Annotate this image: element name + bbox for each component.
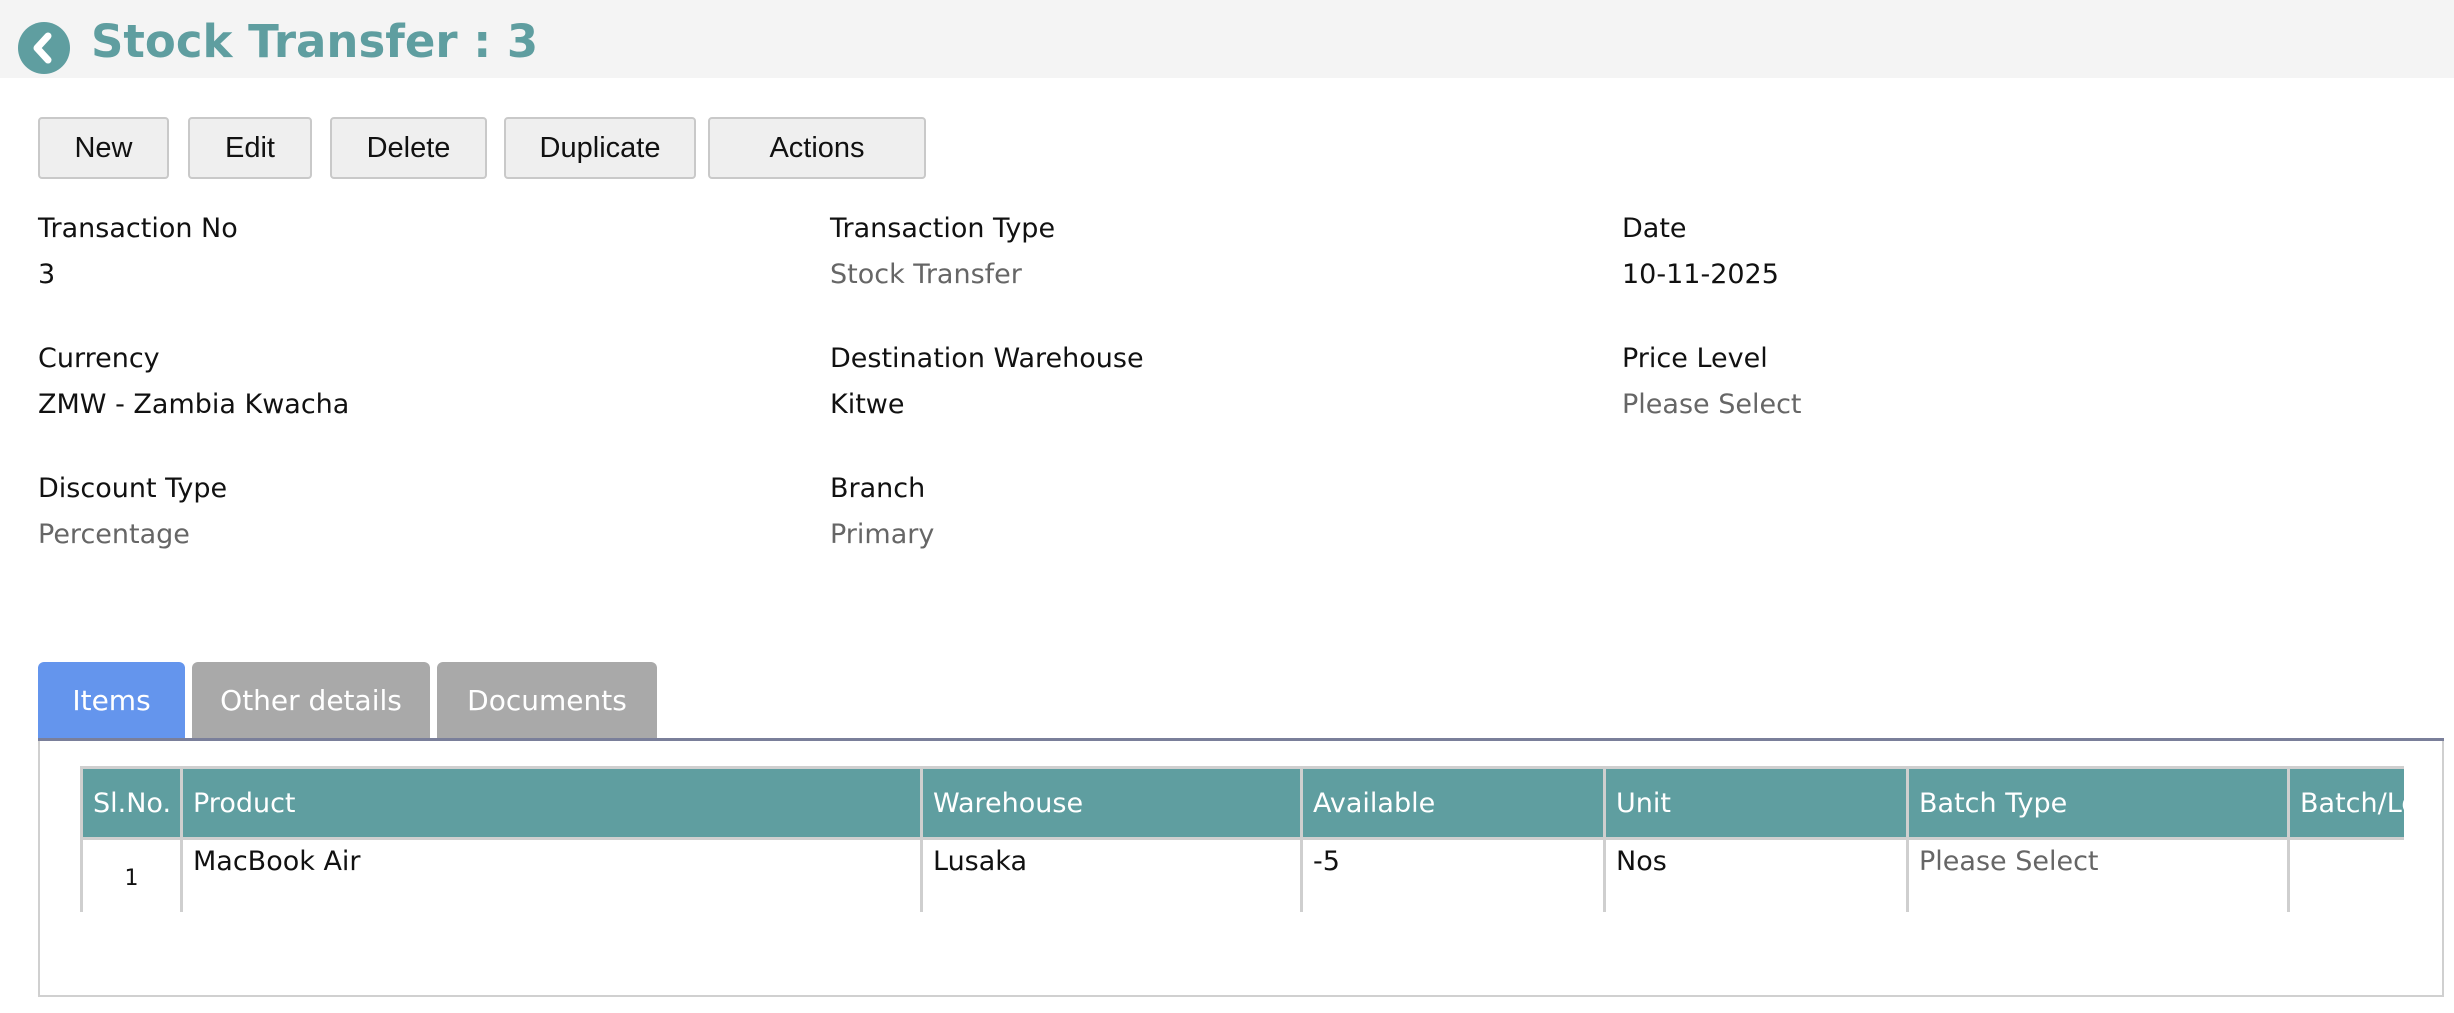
field-transaction-no: Transaction No 3 (38, 212, 238, 292)
field-transaction-type: Transaction Type Stock Transfer (830, 212, 1055, 292)
new-button[interactable]: New (38, 117, 169, 179)
field-label: Transaction No (38, 213, 238, 244)
actions-button[interactable]: Actions (708, 117, 926, 179)
edit-button[interactable]: Edit (188, 117, 312, 179)
transaction-type-value: Stock Transfer (830, 259, 1022, 290)
transaction-no-value: 3 (38, 259, 56, 290)
column-header-warehouse: Warehouse (920, 766, 1303, 840)
field-branch: Branch Primary (830, 472, 934, 552)
cell-available: -5 (1300, 837, 1606, 912)
items-grid: Sl.No. Product Warehouse Available Unit … (80, 766, 2404, 912)
tab-documents[interactable]: Documents (437, 662, 657, 738)
field-destination-warehouse: Destination Warehouse Kitwe (830, 342, 1144, 422)
price-level-value: Please Select (1622, 389, 1802, 420)
date-value: 10-11-2025 (1622, 259, 1779, 290)
cell-sl-no: 1 (80, 837, 183, 912)
destination-warehouse-value: Kitwe (830, 389, 905, 420)
chevron-left-icon (33, 32, 52, 64)
back-button[interactable] (18, 22, 70, 74)
column-header-product: Product (180, 766, 923, 840)
table-header-row: Sl.No. Product Warehouse Available Unit … (80, 766, 2404, 840)
duplicate-button[interactable]: Duplicate (504, 117, 696, 179)
field-label: Date (1622, 213, 1687, 244)
items-table: Sl.No. Product Warehouse Available Unit … (80, 766, 2404, 912)
cell-unit[interactable]: Nos (1603, 837, 1909, 912)
column-header-unit: Unit (1603, 766, 1909, 840)
discount-type-value: Percentage (38, 519, 190, 550)
page-header: Stock Transfer : 3 (0, 0, 2454, 78)
page-title: Stock Transfer : 3 (91, 15, 539, 68)
cell-warehouse[interactable]: Lusaka (920, 837, 1303, 912)
field-label: Branch (830, 473, 926, 504)
delete-button[interactable]: Delete (330, 117, 487, 179)
field-label: Transaction Type (830, 213, 1056, 244)
field-label: Currency (38, 343, 160, 374)
field-discount-type: Discount Type Percentage (38, 472, 227, 552)
field-currency: Currency ZMW - Zambia Kwacha (38, 342, 349, 422)
table-row[interactable]: 1 MacBook Air Lusaka -5 Nos Please Selec… (80, 837, 2404, 912)
field-price-level: Price Level Please Select (1622, 342, 1802, 422)
cell-batch-type[interactable]: Please Select (1906, 837, 2290, 912)
cell-batch-lot[interactable] (2287, 837, 2404, 912)
field-date: Date 10-11-2025 (1622, 212, 1779, 292)
branch-value: Primary (830, 519, 935, 550)
column-header-available: Available (1300, 766, 1606, 840)
field-label: Price Level (1622, 343, 1768, 374)
column-header-batch-type: Batch Type (1906, 766, 2290, 840)
column-header-batch-lot: Batch/Lot (2287, 766, 2404, 840)
cell-product[interactable]: MacBook Air (180, 837, 923, 912)
field-label: Destination Warehouse (830, 343, 1144, 374)
tab-items[interactable]: Items (38, 662, 185, 738)
field-label: Discount Type (38, 473, 228, 504)
column-header-sl-no: Sl.No. (80, 766, 183, 840)
currency-value: ZMW - Zambia Kwacha (38, 389, 350, 420)
tab-other-details[interactable]: Other details (192, 662, 430, 738)
